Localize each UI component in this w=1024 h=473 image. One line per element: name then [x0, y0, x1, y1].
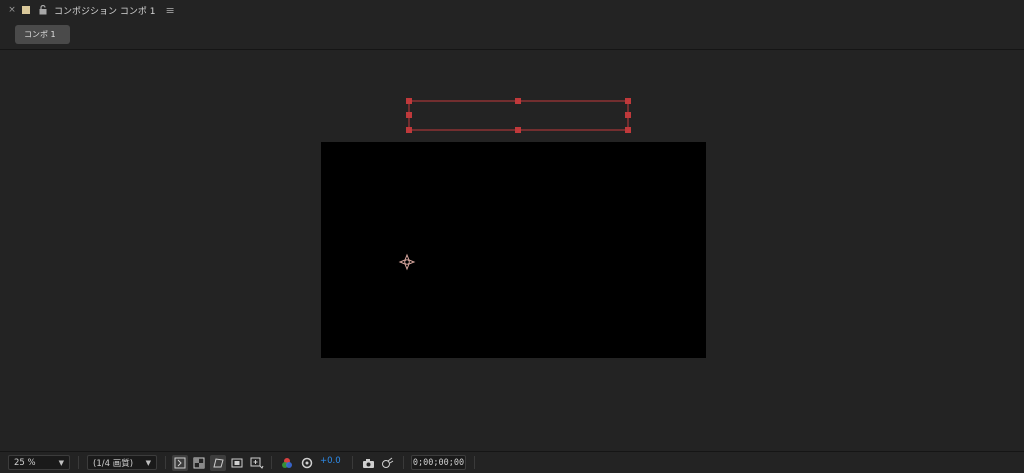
bbox-handle-middle-right	[625, 112, 631, 118]
bbox-handle-top-center	[515, 98, 521, 104]
chevron-down-icon: ▼	[145, 458, 151, 467]
close-panel-icon[interactable]: ×	[6, 5, 18, 15]
toolbar-divider	[165, 456, 166, 469]
bbox-handle-top-right	[625, 98, 631, 104]
show-snapshot-icon[interactable]	[379, 455, 395, 471]
composition-viewer[interactable]	[0, 51, 1024, 450]
resolution-value: (1/4 画質)	[93, 458, 134, 469]
fast-previews-icon[interactable]	[172, 455, 188, 471]
bbox-handle-bottom-left	[406, 127, 412, 133]
toolbar-divider	[403, 456, 404, 469]
magnification-value: 25 %	[14, 457, 36, 468]
bbox-handle-bottom-right	[625, 127, 631, 133]
bbox-handle-top-left	[406, 98, 412, 104]
toolbar-divider	[271, 456, 272, 469]
label-color-swatch[interactable]	[22, 6, 30, 14]
current-time-display[interactable]: 0;00;00;00	[411, 455, 466, 470]
resolution-dropdown[interactable]: (1/4 画質) ▼	[87, 455, 157, 470]
reset-exposure-icon[interactable]	[299, 455, 315, 471]
lock-icon[interactable]	[38, 4, 48, 16]
region-of-interest-icon[interactable]	[229, 455, 245, 471]
panel-menu-icon[interactable]: ≡	[165, 4, 174, 17]
magnification-dropdown[interactable]: 25 % ▼	[8, 455, 70, 470]
composition-canvas[interactable]	[321, 142, 706, 358]
toolbar-divider	[474, 456, 475, 469]
panel-title: コンポジション コンポ 1	[54, 6, 156, 17]
mask-path-visibility-icon[interactable]	[210, 455, 226, 471]
composition-tab-bar: コンポ 1	[0, 20, 1024, 50]
snapshot-icon[interactable]	[360, 455, 376, 471]
bbox-handle-bottom-center	[515, 127, 521, 133]
toolbar-divider	[352, 456, 353, 469]
choose-grid-guides-icon[interactable]	[249, 455, 265, 471]
toolbar-divider	[78, 456, 79, 469]
chevron-down-icon: ▼	[58, 458, 64, 467]
show-channel-icon[interactable]	[279, 455, 295, 471]
transparency-grid-icon[interactable]	[191, 455, 207, 471]
viewer-toolbar: 25 % ▼ (1/4 画質) ▼ +0.0 0;00;00;00	[0, 451, 1024, 473]
panel-header: × コンポジション コンポ 1 ≡	[0, 0, 1024, 20]
layer-bounding-box[interactable]	[406, 98, 631, 133]
exposure-value[interactable]: +0.0	[320, 456, 341, 466]
tab-comp-1[interactable]: コンポ 1	[15, 25, 70, 44]
bbox-handle-middle-left	[406, 112, 412, 118]
